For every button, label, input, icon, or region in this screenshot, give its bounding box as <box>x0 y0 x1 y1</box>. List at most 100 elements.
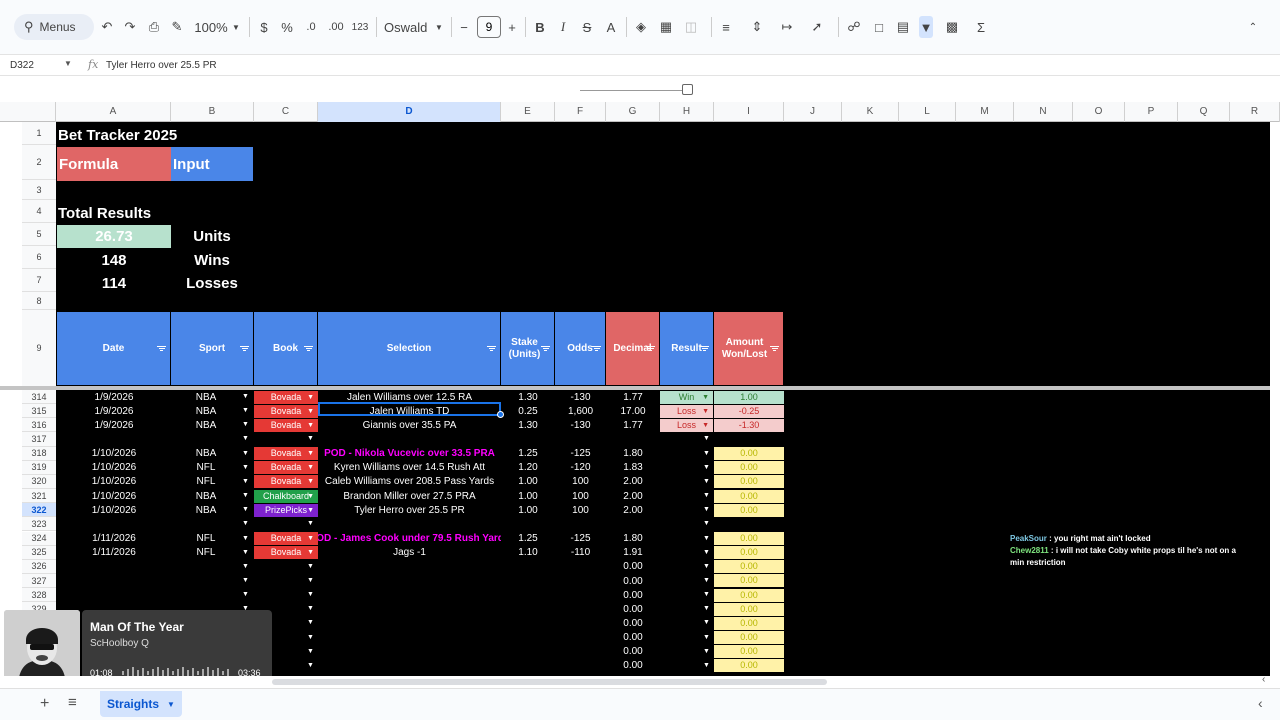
column-header-d[interactable]: D <box>318 102 501 122</box>
font-size-increase-button[interactable]: + <box>506 16 518 38</box>
cell-stake[interactable]: 1.00 <box>501 475 555 489</box>
cell-amount[interactable]: 0.00 <box>714 602 784 616</box>
result-chevron-down-icon[interactable]: ▼ <box>703 605 710 612</box>
row-header-326[interactable]: 326 <box>22 559 56 574</box>
result-chevron-down-icon[interactable]: ▼ <box>702 419 709 432</box>
cell-selection[interactable]: Tyler Herro over 25.5 PR <box>318 503 501 517</box>
book-chevron-down-icon[interactable]: ▼ <box>307 546 314 559</box>
cell-amount[interactable]: 0.00 <box>714 503 784 517</box>
filter-icon[interactable] <box>770 345 779 352</box>
column-header-j[interactable]: J <box>784 102 842 122</box>
cell-sport[interactable]: NFL <box>171 461 241 475</box>
cell-date[interactable]: 1/9/2026 <box>57 390 171 404</box>
cell-odds[interactable] <box>555 588 606 602</box>
strikethrough-icon[interactable]: S <box>580 16 594 38</box>
text-wrap-icon[interactable]: ↦ <box>780 16 794 38</box>
cell-decimal[interactable]: 1.77 <box>606 418 660 432</box>
row-header-322[interactable]: 322 <box>22 503 56 518</box>
filter-icon[interactable]: ▼ <box>919 16 933 38</box>
header-book[interactable]: Book <box>254 312 318 385</box>
cell-amount[interactable]: 0.00 <box>714 574 784 588</box>
cell-stake[interactable]: 1.30 <box>501 418 555 432</box>
result-chevron-down-icon[interactable]: ▼ <box>703 549 710 556</box>
cell-odds[interactable] <box>555 631 606 645</box>
merge-cells-icon[interactable]: ◫ <box>684 16 698 38</box>
row-header-5[interactable]: 5 <box>22 223 56 246</box>
cell-selection[interactable] <box>318 602 501 616</box>
cell-sport[interactable] <box>171 560 241 574</box>
cell-decimal[interactable]: 0.00 <box>606 659 660 673</box>
vertical-scrollbar[interactable] <box>1270 122 1280 676</box>
decrease-decimal-button[interactable]: .0 <box>302 16 320 38</box>
menus-search[interactable]: ⚲ Menus <box>14 14 94 40</box>
cell-sport[interactable] <box>171 574 241 588</box>
cell-amount[interactable]: 0.00 <box>714 447 784 461</box>
column-header-b[interactable]: B <box>171 102 254 122</box>
result-chevron-down-icon[interactable]: ▼ <box>703 577 710 584</box>
cell-date[interactable] <box>57 517 171 531</box>
cell-selection[interactable]: POD - James Cook under 79.5 Rush Yards <box>318 532 501 546</box>
filter-icon[interactable] <box>240 345 249 352</box>
filter-icon[interactable] <box>304 345 313 352</box>
cell-odds[interactable] <box>555 659 606 673</box>
filter-icon[interactable] <box>487 345 496 352</box>
sport-chevron-down-icon[interactable]: ▼ <box>242 549 249 556</box>
cell-sport[interactable]: NFL <box>171 546 241 560</box>
book-chevron-down-icon[interactable]: ▼ <box>307 577 314 584</box>
cell-decimal[interactable]: 0.00 <box>606 588 660 602</box>
cell-date[interactable]: 1/10/2026 <box>57 475 171 489</box>
book-chevron-down-icon[interactable]: ▼ <box>307 405 314 418</box>
book-chip[interactable]: PrizePicks ▼ <box>254 503 318 517</box>
column-header-q[interactable]: Q <box>1178 102 1230 122</box>
book-chip[interactable]: Bovada ▼ <box>254 404 318 418</box>
book-chevron-down-icon[interactable]: ▼ <box>307 619 314 626</box>
cell-selection[interactable] <box>318 432 501 446</box>
cell-sport[interactable]: NBA <box>171 503 241 517</box>
cell-stake[interactable] <box>501 631 555 645</box>
filter-icon[interactable] <box>646 345 655 352</box>
result-chip[interactable]: Loss ▼ <box>660 404 713 418</box>
cell-selection[interactable]: Brandon Miller over 27.5 PRA <box>318 489 501 503</box>
book-chip[interactable]: Bovada ▼ <box>254 461 318 475</box>
book-chevron-down-icon[interactable]: ▼ <box>307 532 314 545</box>
insert-chart-icon[interactable]: ▤ <box>896 16 910 38</box>
book-chip[interactable]: Chalkboard ▼ <box>254 489 318 503</box>
cell-date[interactable]: 1/11/2026 <box>57 532 171 546</box>
row-header-9[interactable]: 9 <box>22 310 56 387</box>
cell-selection[interactable]: Jags -1 <box>318 546 501 560</box>
sport-chevron-down-icon[interactable]: ▼ <box>242 435 249 442</box>
cell-date[interactable]: 1/10/2026 <box>57 489 171 503</box>
sport-chevron-down-icon[interactable]: ▼ <box>242 450 249 457</box>
cell-decimal[interactable]: 1.77 <box>606 390 660 404</box>
cell-decimal[interactable]: 2.00 <box>606 475 660 489</box>
select-all-corner[interactable] <box>22 102 56 122</box>
book-chip[interactable]: Bovada ▼ <box>254 447 318 461</box>
result-chevron-down-icon[interactable]: ▼ <box>703 662 710 669</box>
cell-date[interactable]: 1/10/2026 <box>57 503 171 517</box>
cell-selection[interactable]: Giannis over 35.5 PA <box>318 418 501 432</box>
row-header-323[interactable]: 323 <box>22 517 56 532</box>
name-box-chevron-down-icon[interactable]: ▼ <box>64 59 72 68</box>
result-chip[interactable]: Loss ▼ <box>660 418 713 432</box>
sport-chevron-down-icon[interactable]: ▼ <box>242 591 249 598</box>
sport-chevron-down-icon[interactable]: ▼ <box>242 563 249 570</box>
cell-stake[interactable] <box>501 432 555 446</box>
sport-chevron-down-icon[interactable]: ▼ <box>242 407 249 414</box>
result-chevron-down-icon[interactable]: ▼ <box>703 450 710 457</box>
all-sheets-icon[interactable]: ≡ <box>68 694 77 711</box>
cell-amount[interactable]: 0.00 <box>714 659 784 673</box>
cell-stake[interactable] <box>501 645 555 659</box>
cell-stake[interactable] <box>501 616 555 630</box>
cell-stake[interactable] <box>501 574 555 588</box>
cell-odds[interactable] <box>555 574 606 588</box>
book-chevron-down-icon[interactable]: ▼ <box>307 605 314 612</box>
fill-color-icon[interactable]: ◈ <box>634 16 648 38</box>
result-chevron-down-icon[interactable]: ▼ <box>703 648 710 655</box>
cell-odds[interactable]: 1,600 <box>555 404 606 418</box>
book-chevron-down-icon[interactable]: ▼ <box>307 591 314 598</box>
column-header-k[interactable]: K <box>842 102 899 122</box>
column-header-a[interactable]: A <box>56 102 171 122</box>
formula-input[interactable]: Tyler Herro over 25.5 PR <box>106 60 217 71</box>
row-header-321[interactable]: 321 <box>22 489 56 504</box>
align-vertical-icon[interactable]: ⇕ <box>750 16 764 38</box>
